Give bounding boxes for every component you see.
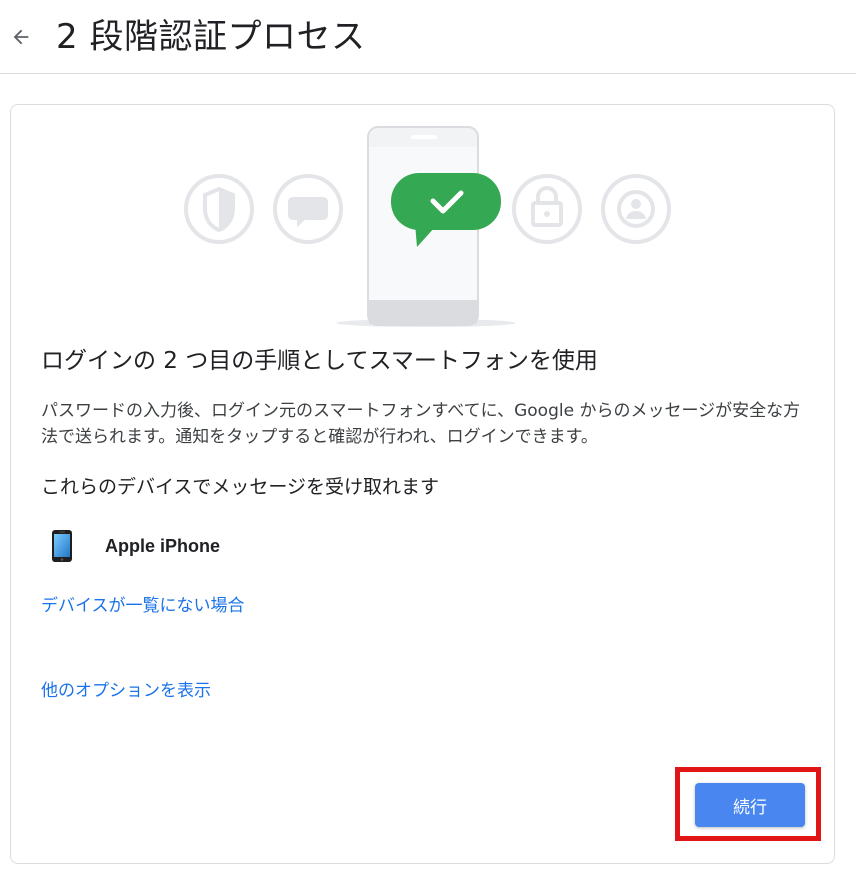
device-not-listed-link[interactable]: デバイスが一覧にない場合 [41, 594, 245, 618]
description: パスワードの入力後、ログイン元のスマートフォンすべてに、Google からのメッ… [41, 401, 801, 447]
continue-button[interactable]: 続行 [695, 783, 805, 827]
arrow-back-icon [13, 29, 29, 45]
device-item: Apple iPhone [51, 529, 220, 563]
back-button[interactable] [6, 22, 36, 52]
devices-heading: これらのデバイスでメッセージを受け取れます [41, 476, 440, 498]
shield-icon [184, 174, 254, 244]
account-icon [601, 174, 671, 244]
heading: ログインの 2 つ目の手順としてスマートフォンを使用 [41, 348, 598, 374]
device-name: Apple iPhone [105, 535, 221, 556]
chat-bubble-icon [273, 174, 343, 244]
illustration [184, 126, 671, 327]
main-card: ログインの 2 つ目の手順としてスマートフォンを使用 パスワードの入力後、ログイ… [10, 104, 835, 864]
page-title: 2 段階認証プロセス [56, 17, 366, 57]
smartphone-icon [52, 530, 72, 562]
header: 2 段階認証プロセス [0, 0, 856, 74]
more-options-link[interactable]: 他のオプションを表示 [41, 679, 211, 703]
lock-icon [512, 174, 582, 244]
